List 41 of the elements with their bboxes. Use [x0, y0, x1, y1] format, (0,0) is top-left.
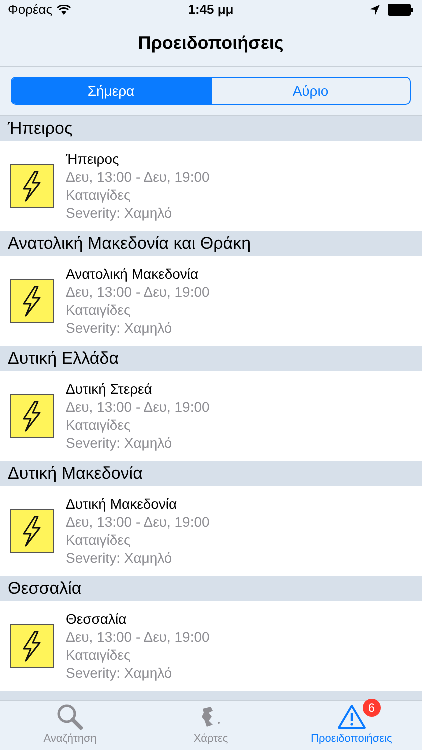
severity-text: Severity: Χαμηλό	[66, 204, 174, 222]
time-range: Δευ, 13:00 - Δευ, 19:00	[66, 283, 210, 301]
section-header: Ήπειρος	[0, 116, 422, 141]
time-range: Δευ, 13:00 - Δευ, 19:00	[66, 513, 210, 531]
search-icon	[56, 703, 84, 732]
time-range: Δευ, 13:00 - Δευ, 19:00	[66, 628, 210, 646]
tab-bar-item[interactable]: 6 Προειδοποιήσεις	[281, 701, 422, 750]
badge-count: 6	[362, 699, 381, 718]
section-header: Δυτική Ελλάδα	[0, 346, 422, 371]
section-header: Δυτική Μακεδονία	[0, 461, 422, 486]
segment-tab[interactable]: Σήμερα	[12, 78, 210, 104]
region-name: Δυτική Στερεά	[66, 380, 154, 398]
warning-type: Καταιγίδες	[66, 186, 132, 204]
status-time: 1:45 μμ	[188, 1, 234, 20]
time-range: Δευ, 13:00 - Δευ, 19:00	[66, 168, 210, 186]
warning-type: Καταιγίδες	[66, 531, 132, 549]
warning-type: Καταιγίδες	[66, 646, 132, 664]
section-header: Ανατολική Μακεδονία και Θράκη	[0, 231, 422, 256]
region-name: Θεσσαλία	[66, 610, 128, 628]
severity-text: Severity: Χαμηλό	[66, 319, 174, 337]
battery-icon	[388, 4, 414, 16]
lightning-icon	[10, 509, 54, 553]
carrier-name: Φορέας	[8, 1, 53, 20]
wifi-icon	[56, 4, 71, 16]
warning-icon	[336, 703, 367, 732]
lightning-icon	[10, 164, 54, 208]
region-name: Δυτική Μακεδονία	[66, 495, 178, 513]
lightning-icon	[10, 394, 54, 438]
lightning-icon	[10, 624, 54, 668]
warning-type: Καταιγίδες	[66, 301, 132, 319]
severity-text: Severity: Χαμηλό	[66, 664, 174, 682]
severity-text: Severity: Χαμηλό	[66, 434, 174, 452]
nav-title: Προειδοποιήσεις	[138, 32, 284, 55]
region-name: Ανατολική Μακεδονία	[66, 265, 200, 283]
lightning-icon	[10, 279, 54, 323]
severity-text: Severity: Χαμηλό	[66, 549, 174, 567]
location-arrow-icon	[370, 5, 380, 15]
warning-type: Καταιγίδες	[66, 416, 132, 434]
time-range: Δευ, 13:00 - Δευ, 19:00	[66, 398, 210, 416]
region-name: Ήπειρος	[66, 150, 120, 168]
section-header: Θεσσαλία	[0, 576, 422, 601]
